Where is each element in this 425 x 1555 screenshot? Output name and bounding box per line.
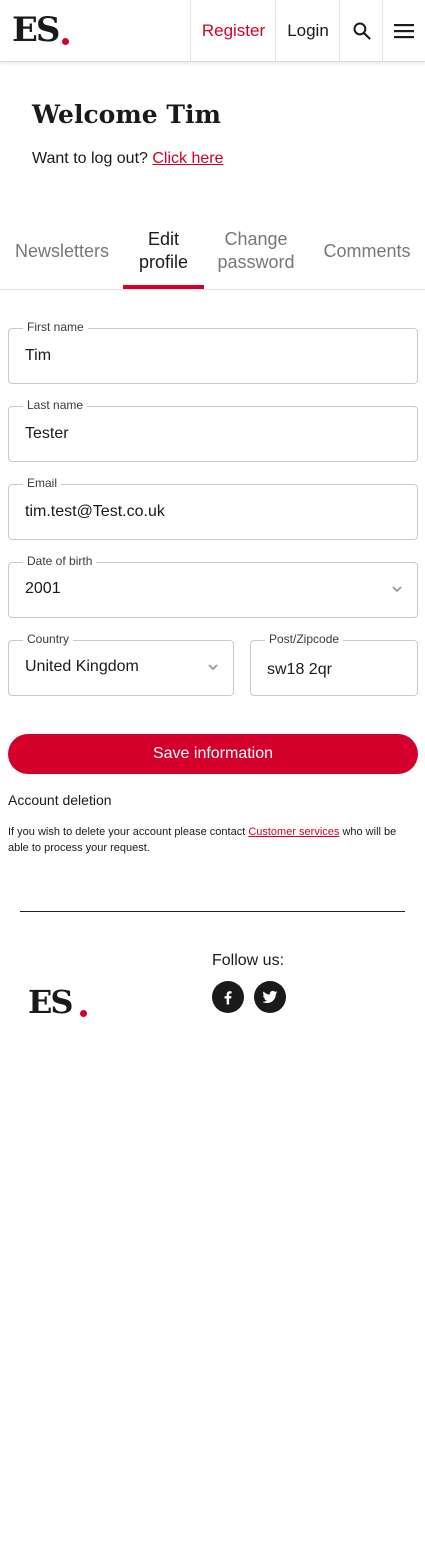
tab-label: Edit: [147, 229, 180, 249]
logout-link[interactable]: Click here: [152, 150, 223, 167]
email-value[interactable]: tim.test@Test.co.uk: [25, 485, 165, 539]
country-value: United Kingdom: [25, 658, 139, 675]
welcome-heading: Welcome Tim: [32, 100, 221, 129]
postcode-value[interactable]: sw18 2qr: [267, 643, 332, 697]
hamburger-menu-icon: [394, 23, 414, 38]
twitter-link[interactable]: [254, 981, 286, 1013]
date-of-birth-value: 2001: [25, 580, 61, 597]
site-header: ES Register Login: [0, 0, 425, 62]
facebook-icon: [224, 991, 232, 1005]
tab-label: Comments: [323, 241, 411, 261]
logout-prompt: Want to log out? Click here: [32, 150, 224, 168]
menu-button[interactable]: [382, 0, 425, 61]
customer-services-link[interactable]: Customer services: [248, 826, 339, 838]
footer-logo-text: ES: [28, 983, 73, 1021]
tab-change-password[interactable]: Change password: [211, 228, 301, 274]
register-button[interactable]: Register: [190, 0, 276, 61]
search-icon: [353, 22, 371, 40]
tab-label-line2: password: [217, 252, 295, 272]
country-select[interactable]: Country United Kingdom: [8, 632, 234, 696]
login-button[interactable]: Login: [275, 0, 340, 61]
first-name-field[interactable]: First name Tim: [8, 320, 418, 384]
footer-divider: [20, 911, 405, 912]
footer-es-logo[interactable]: ES: [28, 982, 98, 1022]
follow-us-label: Follow us:: [212, 952, 285, 969]
tab-label: Newsletters: [14, 241, 110, 261]
account-deletion-heading: Account deletion: [8, 792, 112, 808]
es-logo[interactable]: ES: [12, 10, 72, 50]
tab-newsletters[interactable]: Newsletters: [8, 240, 116, 263]
tab-label: Change: [224, 229, 288, 249]
account-deletion-text: If you wish to delete your account pleas…: [8, 824, 420, 856]
chevron-down-icon: [208, 664, 218, 671]
postcode-field[interactable]: Post/Zipcode sw18 2qr: [250, 632, 418, 697]
logo-dot: [62, 38, 69, 45]
search-button[interactable]: [339, 0, 383, 61]
last-name-value[interactable]: Tester: [25, 407, 69, 461]
date-of-birth-select[interactable]: Date of birth 2001: [8, 554, 418, 618]
save-information-button[interactable]: Save information: [8, 734, 418, 774]
email-field[interactable]: Email tim.test@Test.co.uk: [8, 476, 418, 540]
active-tab-indicator: [123, 285, 204, 289]
twitter-icon: [262, 990, 278, 1004]
footer-logo-dot: [80, 1010, 87, 1017]
first-name-value[interactable]: Tim: [25, 329, 51, 383]
tab-edit-profile[interactable]: Edit profile: [123, 228, 204, 274]
tab-comments[interactable]: Comments: [316, 240, 418, 263]
profile-tabs: Newsletters Edit profile Change password…: [0, 225, 425, 290]
facebook-link[interactable]: [212, 981, 244, 1013]
account-deletion-text-before: If you wish to delete your account pleas…: [8, 826, 249, 838]
tab-label-line2: profile: [138, 252, 189, 272]
logout-prompt-text: Want to log out?: [32, 150, 148, 167]
last-name-field[interactable]: Last name Tester: [8, 398, 418, 462]
chevron-down-icon: [392, 586, 402, 593]
logo-text: ES: [12, 10, 60, 50]
